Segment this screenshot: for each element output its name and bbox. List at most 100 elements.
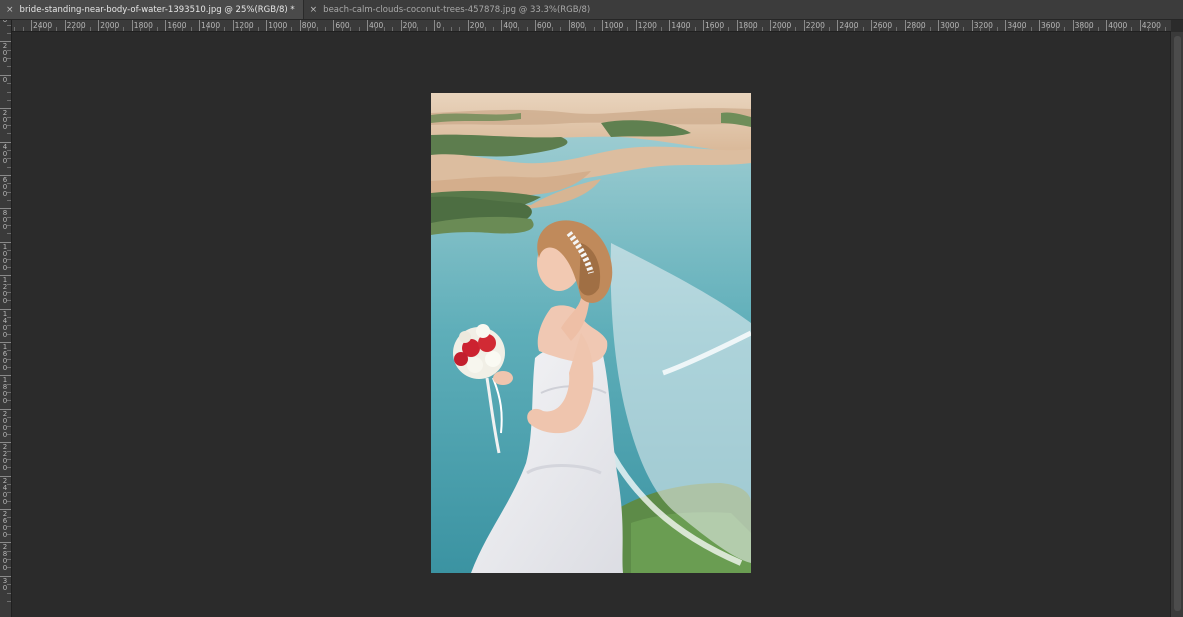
ruler-minor-tick (7, 600, 11, 602)
ruler-minor-tick (115, 27, 116, 31)
document-image[interactable] (431, 93, 751, 573)
ruler-minor-tick (980, 27, 982, 31)
vertical-ruler[interactable]: 4 02 0 002 0 04 0 06 0 08 0 01 0 0 01 2 … (0, 20, 12, 617)
ruler-minor-tick (946, 27, 948, 31)
ruler-minor-tick (7, 49, 11, 51)
ruler-minor-tick (963, 27, 965, 31)
ruler-label: 2600 (873, 21, 893, 30)
vertical-scrollbar[interactable] (1170, 32, 1183, 617)
ruler-label: 4 0 0 (2, 142, 8, 165)
ruler-minor-tick (7, 517, 11, 519)
ruler-minor-tick (392, 27, 394, 31)
ruler-minor-tick (341, 27, 343, 31)
scrollbar-thumb[interactable] (1174, 36, 1181, 611)
ruler-minor-tick (7, 124, 11, 126)
ruler-minor-tick (291, 27, 293, 31)
ruler-minor-tick (577, 27, 578, 31)
ruler-minor-tick (7, 316, 11, 318)
ruler-minor-tick (753, 27, 755, 31)
ruler-minor-tick (215, 27, 217, 31)
horizontal-ruler[interactable]: 2400 2200 2000 1800 1600 1400 1200 1000 800 600 40… (12, 20, 1171, 32)
ruler-minor-tick (249, 27, 251, 31)
bride-photo-icon (431, 93, 751, 573)
ruler-minor-tick (7, 592, 11, 594)
ruler-minor-tick (476, 27, 478, 31)
ruler-minor-tick (896, 27, 898, 31)
ruler-minor-tick (47, 27, 49, 31)
ruler-minor-tick (7, 149, 11, 151)
ruler-minor-tick (73, 27, 74, 31)
ruler-minor-tick (7, 99, 11, 101)
ruler-minor-tick (7, 483, 11, 485)
ruler-minor-tick (812, 27, 814, 31)
ruler-minor-tick (7, 367, 11, 369)
ruler-minor-tick (148, 27, 150, 31)
ruler-minor-tick (1081, 27, 1082, 31)
ruler-minor-tick (14, 27, 16, 31)
ruler-minor-tick (1064, 27, 1066, 31)
ruler-label: 1000 (604, 21, 624, 30)
ruler-minor-tick (7, 350, 11, 352)
ruler-label: 1000 (268, 21, 288, 30)
ruler-minor-tick (829, 27, 830, 31)
ruler-minor-tick (694, 27, 696, 31)
ruler-minor-tick (283, 27, 284, 31)
ruler-minor-tick (7, 417, 11, 419)
ruler-minor-tick (560, 27, 562, 31)
ruler-minor-tick (375, 27, 377, 31)
ruler-label: 8 0 0 (2, 209, 8, 232)
ruler-label: 3400 (1007, 21, 1027, 30)
ruler-minor-tick (745, 27, 746, 31)
ruler-minor-tick (1097, 27, 1099, 31)
ruler-minor-tick (7, 200, 11, 202)
ruler-minor-tick (644, 27, 646, 31)
ruler-minor-tick (7, 550, 11, 552)
ruler-minor-tick (518, 27, 520, 31)
ruler-label: 2800 (906, 21, 926, 30)
ruler-minor-tick (593, 27, 595, 31)
ruler-minor-tick (627, 27, 629, 31)
ruler-minor-tick (610, 27, 612, 31)
ruler-minor-tick (7, 450, 11, 452)
ruler-label: 3200 (973, 21, 993, 30)
ruler-minor-tick (1114, 27, 1116, 31)
ruler-minor-tick (7, 567, 11, 569)
ruler-minor-tick (1131, 27, 1133, 31)
ruler-label: 1800 (738, 21, 758, 30)
ruler-minor-tick (224, 27, 226, 31)
ruler-minor-tick (308, 27, 310, 31)
ruler-minor-tick (921, 27, 923, 31)
ruler-minor-tick (7, 500, 11, 502)
ruler-minor-tick (7, 392, 11, 394)
tab-title: bride-standing-near-body-of-water-139351… (19, 4, 295, 15)
tab-beach-document[interactable]: × beach-calm-clouds-coconut-trees-457878… (304, 0, 599, 19)
ruler-minor-tick (157, 27, 158, 31)
ruler-label: 2400 (839, 21, 859, 30)
ruler-minor-tick (7, 116, 11, 118)
close-tab-icon[interactable]: × (6, 5, 14, 15)
ruler-minor-tick (879, 27, 881, 31)
ruler-minor-tick (988, 27, 990, 31)
tab-bride-document[interactable]: × bride-standing-near-body-of-water-1393… (0, 0, 304, 19)
ruler-minor-tick (7, 233, 11, 235)
ruler-minor-tick (1013, 27, 1015, 31)
ruler-label: 2 0 0 (2, 42, 8, 65)
ruler-minor-tick (619, 27, 620, 31)
ruler-label: 1200 (637, 21, 657, 30)
ruler-minor-tick (7, 183, 11, 185)
ruler-minor-tick (728, 27, 730, 31)
ruler-label: 2200 (66, 21, 86, 30)
close-tab-icon[interactable]: × (310, 5, 318, 15)
ruler-minor-tick (543, 27, 545, 31)
ruler-minor-tick (686, 27, 688, 31)
ruler-label: 3000 (940, 21, 960, 30)
ruler-minor-tick (442, 27, 444, 31)
ruler-minor-tick (854, 27, 856, 31)
ruler-label: 3800 (1074, 21, 1094, 30)
ruler-minor-tick (316, 27, 318, 31)
ruler-minor-tick (711, 27, 713, 31)
ruler-minor-tick (7, 383, 11, 385)
ruler-label: 2000 (100, 21, 120, 30)
ruler-minor-tick (913, 27, 914, 31)
ruler-minor-tick (761, 27, 763, 31)
